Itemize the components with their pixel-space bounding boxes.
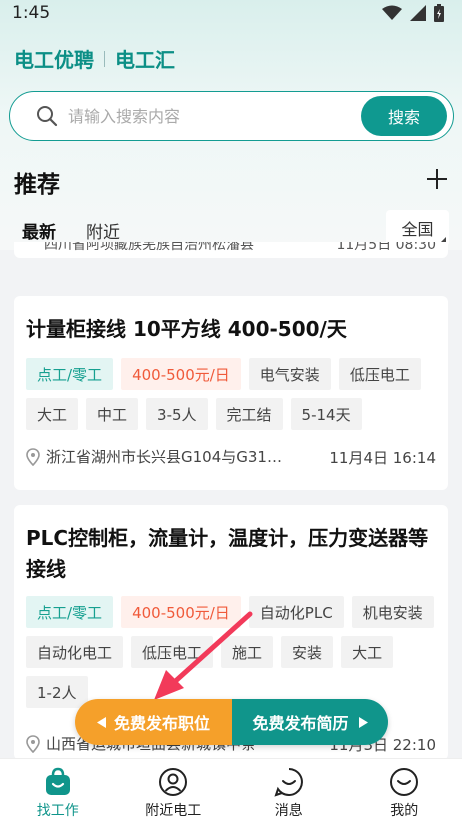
- brand-name-secondary[interactable]: 电工汇: [115, 44, 175, 73]
- nav-label: 附近电工: [145, 803, 202, 819]
- post-job-label: 免费发布职位: [113, 714, 210, 733]
- post-job-button[interactable]: 免费发布职位: [75, 699, 232, 745]
- job-card-partial[interactable]: 四川省阿坝藏族羌族自治州松潘县 11月5日 08:30: [14, 242, 448, 258]
- filter-tabs: 最新 附近: [22, 218, 120, 243]
- job-time: 11月5日 08:30: [336, 242, 436, 253]
- region-label: 全国: [401, 220, 434, 239]
- person-icon: [159, 768, 188, 796]
- search-button[interactable]: 搜索: [361, 96, 447, 136]
- job-tag: 低压电工: [338, 358, 421, 390]
- nav-profile[interactable]: 我的: [347, 759, 462, 822]
- status-icons: [382, 4, 444, 22]
- tab-latest[interactable]: 最新: [22, 218, 56, 243]
- smile-icon: [390, 768, 419, 796]
- job-tag: 电气安装: [248, 358, 331, 390]
- status-time: 1:45: [12, 3, 51, 23]
- job-tag: 机电安装: [351, 596, 434, 628]
- pointer-arrow-icon: [154, 611, 253, 700]
- search-input[interactable]: [68, 104, 348, 128]
- job-tag: 点工/零工: [26, 596, 114, 628]
- job-tag: 自动化电工: [26, 636, 124, 668]
- battery-icon: [434, 4, 444, 22]
- brand-name-primary[interactable]: 电工优聘: [14, 44, 94, 73]
- section-title: 推荐: [14, 172, 60, 198]
- post-resume-button[interactable]: 免费发布简历: [232, 699, 388, 745]
- brand-divider: [104, 50, 105, 67]
- location-pin-icon: [26, 734, 40, 753]
- status-bar: 1:45: [0, 0, 462, 28]
- message-icon: [274, 768, 303, 797]
- bottom-nav: 找工作 附近电工 消息 我的: [0, 758, 462, 822]
- job-location-row: 浙江省湖州市长兴县G104与G31…: [26, 446, 282, 467]
- add-icon[interactable]: [426, 168, 448, 190]
- job-tag: 完工结: [215, 398, 283, 430]
- job-location: 四川省阿坝藏族羌族自治州松潘县: [44, 242, 254, 253]
- job-tag: 大工: [26, 398, 79, 430]
- job-tag: 大工: [341, 636, 394, 668]
- job-tag: 中工: [86, 398, 139, 430]
- job-tag: 点工/零工: [26, 358, 114, 390]
- wifi-icon: [382, 5, 402, 20]
- job-title: 计量柜接线 10平方线 400-500/天: [26, 317, 347, 341]
- nav-label: 我的: [390, 803, 419, 819]
- job-title: PLC控制柜，流量计，温度计，压力变送器等接线: [26, 526, 429, 581]
- brand-row: 电工优聘 电工汇: [14, 44, 175, 73]
- triangle-left-icon: [96, 716, 106, 728]
- nav-label: 找工作: [36, 803, 79, 819]
- nav-find-job[interactable]: 找工作: [0, 759, 116, 822]
- job-tag: 3-5人: [146, 398, 208, 430]
- job-tag: 自动化PLC: [248, 596, 344, 628]
- job-time: 11月4日 16:14: [329, 449, 436, 467]
- briefcase-icon: [45, 767, 70, 795]
- job-location: 浙江省湖州市长兴县G104与G31…: [46, 448, 282, 466]
- location-pin-icon: [26, 447, 40, 466]
- post-buttons: 免费发布职位 免费发布简历: [75, 699, 388, 745]
- nav-nearby-electrician[interactable]: 附近电工: [116, 759, 232, 822]
- nav-label: 消息: [274, 803, 303, 819]
- nav-messages[interactable]: 消息: [231, 759, 347, 822]
- salary-tag: 400-500元/日: [121, 358, 241, 390]
- region-selector[interactable]: 全国: [386, 210, 449, 246]
- job-tag: 安装: [281, 636, 334, 668]
- tab-nearby[interactable]: 附近: [86, 218, 120, 243]
- search-icon: [37, 106, 58, 127]
- job-tag: 1-2人: [26, 676, 88, 708]
- job-tags: 点工/零工 400-500元/日 电气安装 低压电工 大工 中工 3-5人 完工…: [26, 358, 446, 430]
- search-bar[interactable]: 搜索: [9, 91, 454, 141]
- job-card[interactable]: 计量柜接线 10平方线 400-500/天 点工/零工 400-500元/日 电…: [14, 296, 448, 490]
- post-resume-label: 免费发布简历: [252, 714, 349, 733]
- triangle-right-icon: [358, 716, 368, 728]
- job-tag: 5-14天: [290, 398, 362, 430]
- signal-icon: [410, 5, 426, 21]
